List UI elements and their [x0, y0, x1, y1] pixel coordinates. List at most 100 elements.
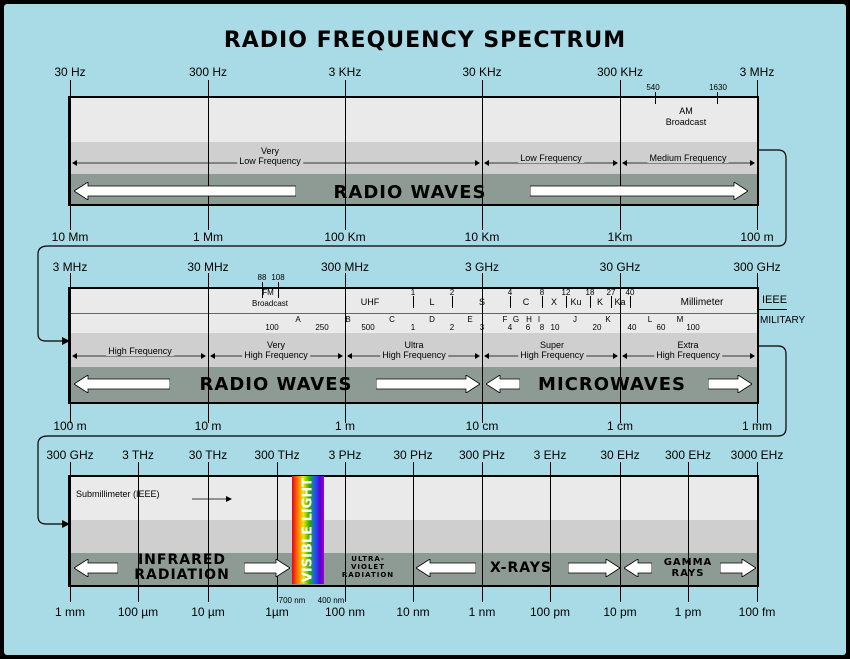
gamma-rays-label: GAMMA RAYS [664, 557, 713, 579]
row3-tick [550, 462, 551, 602]
row3-freq-label: 300 EHz [664, 448, 712, 462]
am-start-tick [655, 92, 656, 104]
submillimeter-arrow [192, 490, 232, 502]
row2-range-label: High Frequency [106, 346, 174, 356]
row2-wave-label: 10 m [194, 419, 222, 433]
row1-range-label: Very Low Frequency [237, 146, 303, 166]
ieee-label: IEEE [762, 294, 788, 306]
uv-line: RADIATION [341, 571, 395, 579]
row3-freq-label: 3 THz [122, 448, 154, 462]
row2-tick [620, 273, 621, 423]
fm-end-tick [278, 282, 279, 298]
range-line-2: High Frequency [656, 350, 720, 360]
row3-wave-label: 1 nm [468, 605, 496, 619]
fm-label: FM [262, 288, 274, 297]
am-start-label: 540 [646, 83, 660, 92]
row2-range-label: Ultra High Frequency [380, 340, 448, 360]
row1-wave-label: 1Km [607, 230, 633, 244]
mil-band: C [389, 315, 395, 324]
range-line-1: Ultra [404, 340, 424, 350]
row3-freq-label: 3000 EHz [730, 448, 784, 462]
mil-band: G [512, 315, 520, 324]
range-line-1: Very [266, 340, 286, 350]
infrared-line-1: INFRARED [137, 552, 227, 568]
range-line-1: Very [260, 146, 280, 156]
am-end-tick [717, 92, 718, 104]
mil-band: L [647, 315, 653, 324]
range-line-2: High Frequency [520, 350, 584, 360]
row2-tick [482, 273, 483, 423]
radio-waves-right-arrow [529, 181, 749, 201]
row2-freq-label: 30 MHz [187, 260, 229, 274]
row3-freq-label: 30 EHz [600, 448, 640, 462]
row2-wave-label: 1 cm [606, 419, 634, 433]
mil-num: 60 [656, 323, 666, 332]
gamma-left-arrow [623, 558, 653, 578]
ieee-tick [413, 296, 414, 308]
row1-wave-label: 100 m [740, 230, 774, 244]
row3-wave-label: 10 nm [396, 605, 430, 619]
mil-band: D [429, 315, 435, 324]
row1-tick [620, 80, 621, 230]
ieee-divider [757, 309, 787, 310]
mil-band: J [573, 315, 577, 324]
ieee-band: C [522, 297, 530, 307]
row1-wave-label: 10 Km [464, 230, 500, 244]
row2-freq-label: 3 GHz [464, 260, 500, 274]
ieee-band: Millimeter [680, 297, 724, 308]
mil-num: 1 [410, 323, 416, 332]
row1-tick [482, 80, 483, 230]
row2-wave-label: 1 mm [742, 419, 772, 433]
am-broadcast-label: Broadcast [665, 117, 707, 127]
visible-light-label: VISIBLE LIGHT [300, 477, 316, 583]
range-line-2: High Frequency [244, 350, 308, 360]
row3-tick [277, 462, 278, 602]
row3-wave-label: 100 nm [324, 605, 366, 619]
row1-freq-label: 30 Hz [54, 65, 86, 79]
infrared-label: INFRARED RADIATION [134, 553, 230, 583]
row1-tick [757, 80, 758, 230]
mil-band: F [502, 315, 508, 324]
ieee-tick [452, 296, 453, 308]
ieee-tick [542, 296, 543, 308]
am-end-label: 1630 [709, 83, 727, 92]
row3-tick [482, 462, 483, 602]
submillimeter-label: Submillimeter (IEEE) [76, 489, 160, 499]
row1-range-label: Medium Frequency [647, 153, 729, 163]
mil-num: 250 [315, 323, 329, 332]
nm400-label: 400 nm [317, 596, 345, 605]
row1-freq-label: 3 MHz [739, 65, 775, 79]
mil-num: 6 [525, 323, 531, 332]
row1-freq-label: 30 KHz [462, 65, 502, 79]
mil-band: E [467, 315, 473, 324]
mil-band: A [295, 315, 301, 324]
am-label: AM [679, 106, 693, 116]
infrared-line-2: RADIATION [134, 567, 230, 583]
fm-broadcast: Broadcast [251, 299, 289, 308]
row3-wave-label: 100 µm [117, 605, 159, 619]
ieee-tick [510, 296, 511, 308]
row2-tick [757, 273, 758, 423]
row2-radio-right-arrow [375, 374, 481, 394]
row3-tick [688, 462, 689, 602]
military-label: MILITARY [760, 315, 806, 326]
x-rays-label: X-RAYS [490, 560, 552, 576]
mil-num: 8 [539, 323, 545, 332]
ultraviolet-label: ULTRA- VIOLET RADIATION [342, 555, 394, 579]
fm-start: 88 [257, 273, 267, 282]
mil-band: B [345, 315, 351, 324]
row2-range-label: Extra High Frequency [654, 340, 722, 360]
row2-tick [345, 273, 346, 423]
mil-num: 2 [449, 323, 455, 332]
row2-radio-waves-label: RADIO WAVES [199, 374, 353, 395]
row3-freq-label: 3 EHz [533, 448, 567, 462]
row2-freq-label: 30 GHz [599, 260, 641, 274]
row1-wave-label: 1 Mm [193, 230, 223, 244]
mil-num: 20 [592, 323, 602, 332]
ieee-tick [630, 296, 631, 308]
microwaves-right-arrow [707, 374, 753, 394]
range-line-1: High Frequency [108, 346, 172, 356]
xray-right-arrow [567, 558, 621, 578]
ieee-tick [566, 296, 567, 308]
range-line-1: Extra [677, 340, 699, 350]
